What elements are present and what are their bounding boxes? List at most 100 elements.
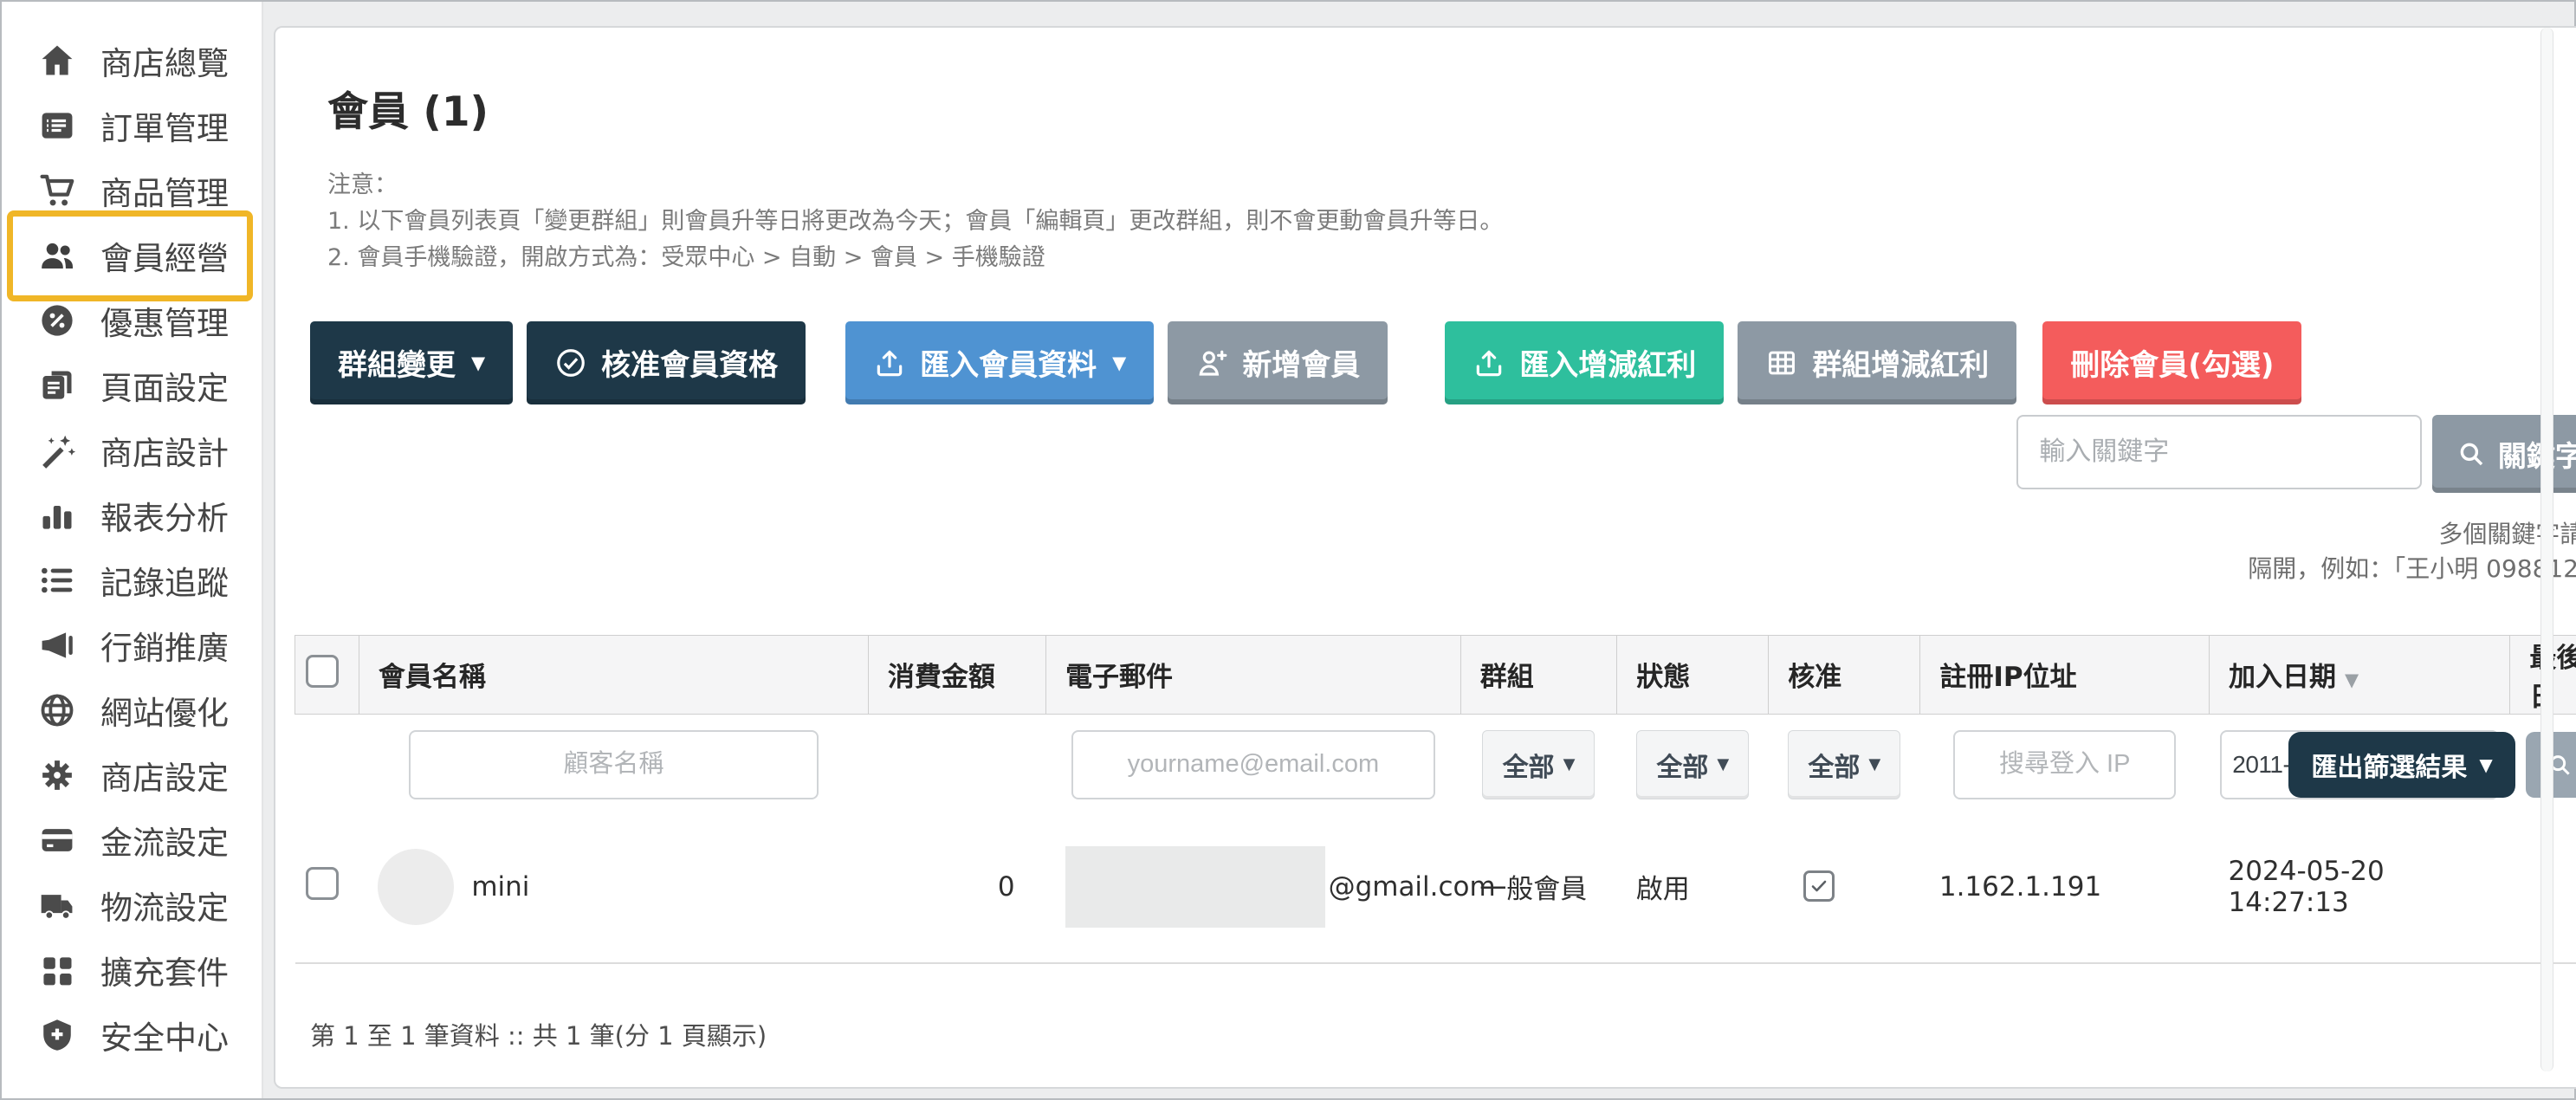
sidebar-item-label: 金流設定 (100, 817, 229, 864)
log-list-icon (36, 560, 78, 601)
member-name: mini (471, 871, 529, 903)
sidebar-item-label: 頁面設定 (100, 362, 229, 409)
chevron-down-icon: ▼ (1112, 353, 1126, 373)
sidebar-item-label: 物流設定 (100, 882, 229, 929)
delete-members-button[interactable]: 刪除會員(勾選) (2042, 321, 2301, 404)
keyword-search-button[interactable]: 關鍵字搜尋 (2432, 415, 2576, 493)
sidebar-item-site-optimization[interactable]: 網站優化 (2, 677, 262, 742)
sidebar-item-extensions[interactable]: 擴充套件 (2, 937, 262, 1002)
member-email: @gmail.com (1065, 846, 1461, 928)
pages-icon (36, 365, 78, 406)
check-circle-icon (554, 346, 587, 379)
import-members-button[interactable]: 匯入會員資料▼ (845, 321, 1154, 404)
credit-card-icon (36, 819, 78, 861)
hint-prefix: 多個關鍵字請以 (2438, 520, 2576, 548)
sidebar-item-label: 擴充套件 (100, 947, 229, 993)
group-change-button[interactable]: 群組變更▼ (310, 321, 513, 404)
sidebar: 商店總覽 訂單管理 商品管理 會員經營 優惠管理 頁面設定 商店設計 (2, 2, 263, 1098)
member-spend: 0 (868, 812, 1045, 963)
member-row: mini 0 @gmail.com 一般會員 啟用 (295, 812, 2576, 963)
gear-icon (36, 754, 78, 796)
approved-checkbox[interactable] (1803, 870, 1835, 902)
avatar (378, 849, 454, 925)
sidebar-item-label: 行銷推廣 (100, 622, 229, 669)
sidebar-item-promotion-management[interactable]: 優惠管理 (2, 288, 262, 353)
sidebar-item-shop-overview[interactable]: 商店總覽 (2, 28, 262, 93)
modules-icon (36, 949, 78, 991)
status-filter-dropdown[interactable]: 全部▼ (1636, 730, 1749, 799)
export-filtered-button[interactable]: 匯出篩選結果▼ (2288, 732, 2515, 798)
members-table: 會員名稱 消費金額 電子郵件 群組 狀態 核准 註冊IP位址 加入日期▼ 最後升… (294, 635, 2576, 964)
approve-members-button[interactable]: 核准會員資格 (527, 321, 806, 404)
col-header-status: 狀態 (1617, 635, 1769, 714)
bar-chart-icon (36, 495, 78, 536)
sidebar-item-report-analytics[interactable]: 報表分析 (2, 482, 262, 547)
home-icon (36, 40, 78, 81)
toolbar: 群組變更▼ 核准會員資格 匯入會員資料▼ 新增會員 匯入增減紅利 (310, 321, 2576, 585)
chevron-down-icon: ▼ (1563, 755, 1576, 773)
col-header-spend: 消費金額 (868, 635, 1045, 714)
vertical-scrollbar[interactable] (2540, 28, 2553, 1071)
sidebar-item-label: 安全中心 (100, 1012, 229, 1058)
sidebar-item-marketing[interactable]: 行銷推廣 (2, 612, 262, 677)
col-header-join-date[interactable]: 加入日期▼ (2210, 635, 2510, 714)
sidebar-item-label: 商品管理 (100, 167, 229, 214)
ip-filter-input[interactable] (1953, 730, 2176, 799)
approve-filter-dropdown[interactable]: 全部▼ (1788, 730, 1900, 799)
row-checkbox[interactable] (306, 867, 339, 900)
sidebar-item-label: 優惠管理 (100, 297, 229, 344)
select-all-checkbox[interactable] (306, 655, 339, 688)
pagination-summary: 第 1 至 1 筆資料 :: 共 1 筆(分 1 頁顯示) (310, 1016, 2576, 1052)
orders-icon (36, 105, 78, 146)
add-member-button[interactable]: 新增會員 (1168, 321, 1388, 404)
sidebar-item-page-settings[interactable]: 頁面設定 (2, 353, 262, 417)
import-points-button[interactable]: 匯入增減紅利 (1445, 321, 1724, 404)
group-points-label: 群組增減紅利 (1812, 341, 1989, 384)
globe-icon (36, 689, 78, 731)
sidebar-item-label: 記錄追蹤 (100, 557, 229, 604)
cart-icon (36, 170, 78, 211)
hint-suffix: 隔開，例如：「王小明 0988123132」 (2248, 554, 2576, 583)
sidebar-item-logistics-settings[interactable]: 物流設定 (2, 872, 262, 937)
main-area: 會員 (1) 注意： 1. 以下會員列表頁「變更群組」則會員升等日將更改為今天；… (263, 2, 2576, 1098)
group-points-button[interactable]: 群組增減紅利 (1738, 321, 2016, 404)
sidebar-item-label: 商店設定 (100, 752, 229, 799)
search-icon (2456, 439, 2486, 469)
sidebar-item-product-management[interactable]: 商品管理 (2, 158, 262, 223)
group-filter-dropdown[interactable]: 全部▼ (1482, 730, 1595, 799)
filter-row: 全部▼ 全部▼ 全部▼ 匯出篩選結果▼ 篩選 (295, 714, 2576, 812)
sort-descending-icon: ▼ (2345, 670, 2359, 690)
redacted-email-box (1065, 846, 1325, 928)
chevron-down-icon: ▼ (471, 353, 485, 373)
col-header-member-name: 會員名稱 (359, 635, 868, 714)
sidebar-item-security-center[interactable]: 安全中心 (2, 1002, 262, 1067)
page-notes: 注意： 1. 以下會員列表頁「變更群組」則會員升等日將更改為今天；會員「編輯頁」… (327, 167, 2576, 276)
keyword-search-input[interactable] (2016, 415, 2422, 489)
delete-members-label: 刪除會員(勾選) (2070, 341, 2274, 384)
sidebar-item-record-tracking[interactable]: 記錄追蹤 (2, 547, 262, 612)
sidebar-item-label: 會員經營 (100, 232, 229, 279)
sidebar-item-label: 訂單管理 (100, 102, 229, 149)
email-suffix: @gmail.com (1329, 871, 1496, 903)
note-line-1: 1. 以下會員列表頁「變更群組」則會員升等日將更改為今天；會員「編輯頁」更改群組… (327, 204, 2576, 240)
email-filter-input[interactable] (1071, 730, 1435, 799)
admin-screen: 商店總覽 訂單管理 商品管理 會員經營 優惠管理 頁面設定 商店設計 (0, 0, 2576, 1100)
col-header-ip: 註冊IP位址 (1920, 635, 2210, 714)
table-header-row: 會員名稱 消費金額 電子郵件 群組 狀態 核准 註冊IP位址 加入日期▼ 最後升… (295, 635, 2576, 714)
note-title: 注意： (327, 167, 2576, 204)
sidebar-item-store-settings[interactable]: 商店設定 (2, 742, 262, 807)
sidebar-item-payment-settings[interactable]: 金流設定 (2, 807, 262, 872)
approve-members-label: 核准會員資格 (601, 341, 778, 384)
sidebar-item-order-management[interactable]: 訂單管理 (2, 93, 262, 158)
page-title: 會員 (1) (327, 78, 2576, 138)
shield-icon (36, 1014, 78, 1056)
sidebar-item-label: 網站優化 (100, 687, 229, 734)
sidebar-item-label: 商店總覽 (100, 37, 229, 84)
sidebar-item-member-management[interactable]: 會員經營 (2, 223, 262, 288)
megaphone-icon (36, 624, 78, 666)
name-filter-input[interactable] (409, 730, 818, 799)
person-plus-icon (1195, 346, 1228, 379)
chevron-down-icon: ▼ (1868, 755, 1880, 773)
member-join-date: 2024-05-20 14:27:13 (2210, 812, 2510, 963)
sidebar-item-store-design[interactable]: 商店設計 (2, 417, 262, 482)
